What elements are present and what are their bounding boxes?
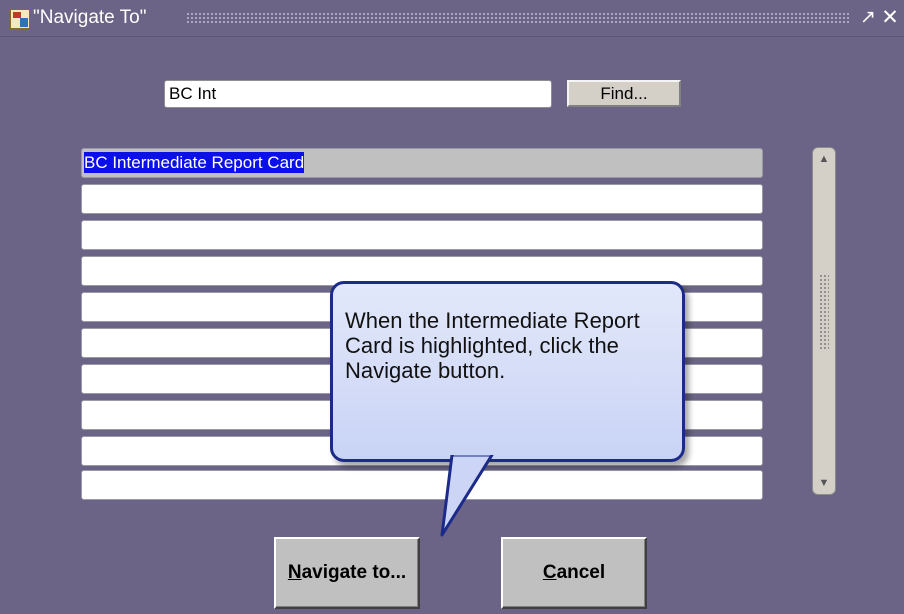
navigate-mnemonic: N xyxy=(287,562,302,583)
close-icon[interactable]: ✕ xyxy=(880,7,900,29)
app-icon xyxy=(10,9,30,29)
callout-text: When the Intermediate Report Card is hig… xyxy=(345,308,640,383)
window-title: "Navigate To" xyxy=(33,7,147,28)
cancel-label: ancel xyxy=(556,562,606,583)
search-input[interactable]: BC Int xyxy=(164,80,552,108)
title-bar[interactable]: "Navigate To" ↗ ✕ xyxy=(0,0,904,37)
find-button[interactable]: Find... xyxy=(567,80,681,107)
vertical-scrollbar[interactable]: ▲ ▼ xyxy=(812,147,836,495)
scroll-up-icon[interactable]: ▲ xyxy=(815,150,833,168)
list-item[interactable] xyxy=(81,184,763,214)
scroll-grip[interactable] xyxy=(819,274,829,350)
cancel-button[interactable]: Cancel xyxy=(501,537,647,609)
list-item[interactable] xyxy=(81,220,763,250)
list-item-selected[interactable]: BC Intermediate Report Card xyxy=(81,148,763,178)
title-bar-pattern xyxy=(186,12,850,24)
scroll-down-icon[interactable]: ▼ xyxy=(815,474,833,492)
cancel-mnemonic: C xyxy=(542,562,557,583)
maximize-icon[interactable]: ↗ xyxy=(858,7,878,29)
list-item-label: BC Intermediate Report Card xyxy=(84,152,305,173)
navigate-label: avigate to... xyxy=(301,562,407,583)
instruction-callout: When the Intermediate Report Card is hig… xyxy=(330,281,685,462)
navigate-button[interactable]: Navigate to... xyxy=(274,537,420,609)
list-item[interactable] xyxy=(81,470,763,500)
callout-tail xyxy=(440,455,494,537)
